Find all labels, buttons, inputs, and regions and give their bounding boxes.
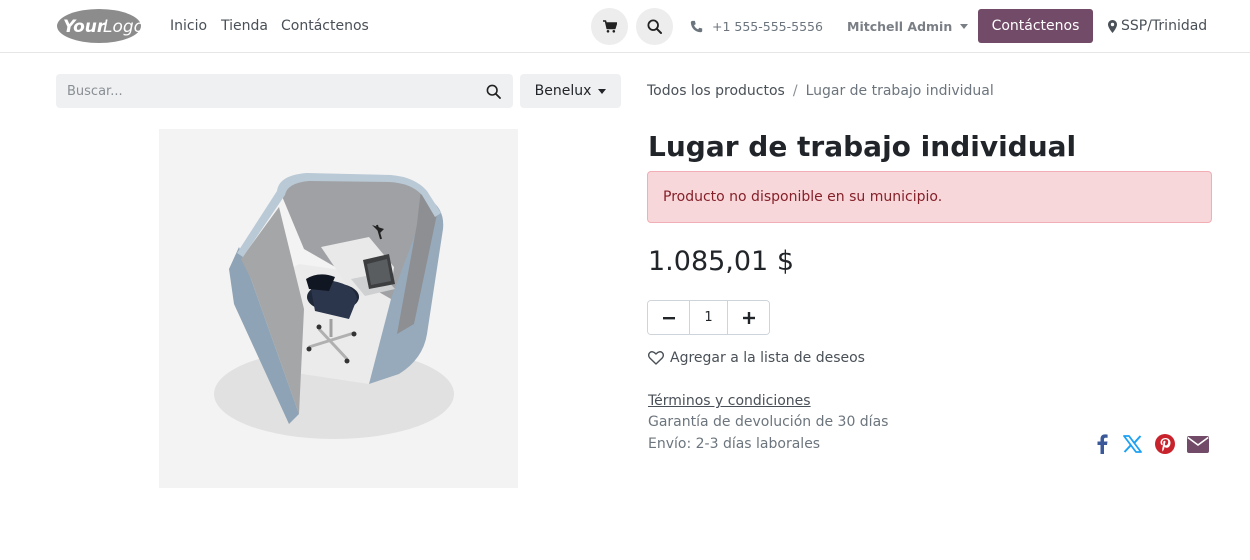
x-icon bbox=[1122, 435, 1142, 453]
add-to-wishlist-button[interactable]: Agregar a la lista de deseos bbox=[648, 350, 865, 366]
chevron-down-icon bbox=[960, 24, 969, 29]
svg-text:Your: Your bbox=[63, 17, 107, 37]
company-logo[interactable]: Your Logo bbox=[56, 8, 144, 44]
breadcrumb-separator: / bbox=[792, 83, 798, 99]
phone-number: +1 555-555-5556 bbox=[712, 19, 823, 34]
quantity-stepper bbox=[647, 300, 770, 335]
plus-icon bbox=[742, 311, 755, 324]
search-icon bbox=[486, 84, 501, 99]
share-facebook-button[interactable] bbox=[1094, 433, 1110, 455]
product-search bbox=[56, 74, 513, 108]
user-name: Mitchell Admin bbox=[847, 19, 953, 34]
nav-link-inicio[interactable]: Inicio bbox=[170, 18, 207, 34]
heart-icon bbox=[648, 351, 664, 365]
wishlist-label: Agregar a la lista de deseos bbox=[670, 350, 865, 366]
availability-alert-text: Producto no disponible en su municipio. bbox=[663, 189, 943, 205]
cart-button[interactable] bbox=[591, 8, 628, 45]
share-x-button[interactable] bbox=[1121, 433, 1143, 455]
availability-alert: Producto no disponible en su municipio. bbox=[647, 171, 1212, 223]
pricelist-label: Benelux bbox=[534, 83, 592, 99]
contact-us-button[interactable]: Contáctenos bbox=[978, 9, 1093, 43]
nav-link-contactenos[interactable]: Contáctenos bbox=[281, 18, 369, 34]
search-icon bbox=[647, 19, 662, 34]
quantity-input[interactable] bbox=[689, 301, 728, 334]
share-pinterest-button[interactable] bbox=[1154, 433, 1176, 455]
product-image[interactable] bbox=[159, 129, 518, 488]
svg-text:Logo: Logo bbox=[103, 17, 142, 37]
terms-link[interactable]: Términos y condiciones bbox=[648, 393, 811, 409]
top-navbar: Your Logo Inicio Tienda Contáctenos +1 5… bbox=[0, 0, 1250, 53]
chevron-down-icon bbox=[598, 88, 607, 94]
quantity-increase-button[interactable] bbox=[728, 301, 769, 334]
product-title: Lugar de trabajo individual bbox=[648, 130, 1077, 163]
pricelist-dropdown[interactable]: Benelux bbox=[520, 74, 621, 108]
user-menu[interactable]: Mitchell Admin bbox=[847, 19, 969, 34]
search-toggle-button[interactable] bbox=[636, 8, 673, 45]
phone-icon bbox=[690, 20, 703, 33]
return-policy: Garantía de devolución de 30 días bbox=[648, 414, 889, 430]
shipping-info: Envío: 2-3 días laborales bbox=[648, 436, 821, 452]
breadcrumb: Todos los productos / Lugar de trabajo i… bbox=[647, 83, 994, 99]
breadcrumb-all-products[interactable]: Todos los productos bbox=[647, 83, 785, 99]
location-label: SSP/Trinidad bbox=[1121, 18, 1208, 34]
cart-icon bbox=[602, 20, 617, 33]
quantity-decrease-button[interactable] bbox=[648, 301, 689, 334]
phone-contact[interactable]: +1 555-555-5556 bbox=[690, 19, 823, 34]
search-submit-button[interactable] bbox=[473, 74, 513, 108]
nav-link-tienda[interactable]: Tienda bbox=[221, 18, 268, 34]
workstation-pod-illustration bbox=[214, 173, 454, 439]
minus-icon bbox=[662, 316, 675, 319]
share-email-button[interactable] bbox=[1186, 433, 1210, 455]
location-selector[interactable]: SSP/Trinidad bbox=[1108, 18, 1207, 34]
product-price: 1.085,01 $ bbox=[648, 246, 794, 277]
pinterest-icon bbox=[1155, 434, 1175, 454]
email-icon bbox=[1187, 435, 1209, 453]
facebook-icon bbox=[1097, 434, 1108, 454]
map-marker-icon bbox=[1108, 19, 1117, 33]
breadcrumb-current: Lugar de trabajo individual bbox=[805, 83, 994, 99]
search-input[interactable] bbox=[56, 83, 473, 99]
